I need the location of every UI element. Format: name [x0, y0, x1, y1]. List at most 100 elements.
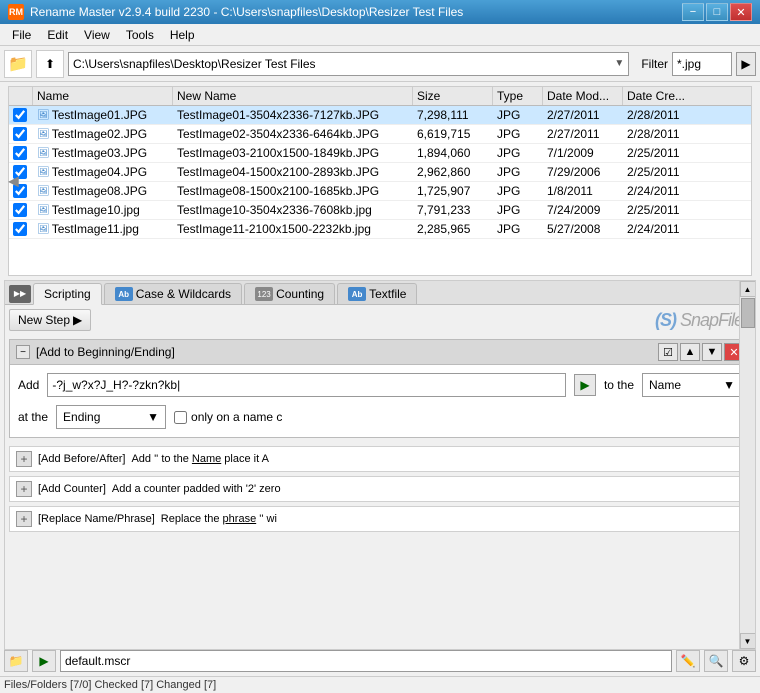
cell-name: 🖼TestImage01.JPG [33, 106, 173, 124]
step-block: − [Add to Beginning/Ending] ☑ ▲ ▼ ✕ Add … [9, 339, 751, 438]
only-checkbox[interactable] [174, 411, 187, 424]
up-icon[interactable]: ⬆ [36, 50, 64, 78]
tab-case-wildcards[interactable]: Ab Case & Wildcards [104, 283, 242, 304]
snapfiles-logo: (S) SnapFiles [655, 310, 751, 331]
menu-view[interactable]: View [76, 26, 118, 44]
bottom-rename-icon[interactable]: ✏️ [676, 650, 700, 672]
sub-item-label: [Add Counter] [38, 483, 106, 495]
title-text: Rename Master v2.9.4 build 2230 - C:\Use… [30, 5, 463, 19]
window-controls: − □ ✕ [682, 3, 752, 21]
step-checkbox-button[interactable]: ☑ [658, 343, 678, 361]
tab-textfile[interactable]: Ab Textfile [337, 283, 417, 304]
filter-input[interactable] [672, 52, 732, 76]
filter-button[interactable]: ▶ [736, 52, 756, 76]
step-add-row: Add ▶ to the Name ▼ [18, 373, 742, 397]
to-the-label: to the [604, 378, 634, 392]
list-item[interactable]: + [Add Counter] Add a counter padded wit… [9, 476, 751, 502]
plus-icon[interactable]: + [16, 481, 32, 497]
bottom-folder-icon[interactable]: 📁 [4, 650, 28, 672]
play-button[interactable]: ▶ [574, 374, 596, 396]
cell-size: 7,298,111 [413, 106, 493, 124]
col-type[interactable]: Type [493, 87, 543, 105]
ab2-icon: Ab [348, 287, 366, 301]
sub-item-label: [Add Before/After] [38, 453, 125, 465]
step-header: − [Add to Beginning/Ending] ☑ ▲ ▼ ✕ [10, 340, 750, 365]
app-icon: RM [8, 4, 24, 20]
new-step-button[interactable]: New Step ▶ [9, 309, 91, 331]
ending-combo[interactable]: Ending ▼ [56, 405, 166, 429]
table-row[interactable]: 🖼TestImage02.JPG TestImage02-3504x2336-6… [9, 125, 751, 144]
new-step-label: New Step [18, 313, 70, 327]
add-input[interactable] [47, 373, 566, 397]
maximize-button[interactable]: □ [706, 3, 728, 21]
script-input[interactable] [60, 650, 672, 672]
expand-arrow-icon[interactable]: ◀ [6, 171, 21, 192]
name-combo-arrow-icon: ▼ [723, 378, 735, 392]
col-name[interactable]: Name [33, 87, 173, 105]
col-datemod[interactable]: Date Mod... [543, 87, 623, 105]
close-button[interactable]: ✕ [730, 3, 752, 21]
num-icon: 123 [255, 287, 273, 301]
bottom-toolbar: 📁 ▶ ✏️ 🔍 ⚙ [0, 646, 760, 677]
col-datecre[interactable]: Date Cre... [623, 87, 703, 105]
table-row[interactable]: 🖼TestImage01.JPG TestImage01-3504x2336-7… [9, 106, 751, 125]
list-item[interactable]: + [Add Before/After] Add '' to the Name … [9, 446, 751, 472]
toolbar: 📁 ⬆ C:\Users\snapfiles\Desktop\Resizer T… [0, 46, 760, 82]
ab-icon: Ab [115, 287, 133, 301]
scripting-tab-icon: ▶▶ [9, 285, 31, 303]
title-bar: RM Rename Master v2.9.4 build 2230 - C:\… [0, 0, 760, 24]
menu-file[interactable]: File [4, 26, 39, 44]
menu-bar: File Edit View Tools Help [0, 24, 760, 46]
file-list-header: Name New Name Size Type Date Mod... Date… [9, 87, 751, 106]
menu-tools[interactable]: Tools [118, 26, 162, 44]
col-checkbox [9, 87, 33, 105]
plus-icon[interactable]: + [16, 451, 32, 467]
col-size[interactable]: Size [413, 87, 493, 105]
step-title: [Add to Beginning/Ending] [36, 345, 175, 359]
table-row[interactable]: 🖼TestImage03.JPG TestImage03-2100x1500-1… [9, 144, 751, 163]
bottom-extra-icon[interactable]: ⚙ [732, 650, 756, 672]
folder-icon[interactable]: 📁 [4, 50, 32, 78]
cell-datemod: 2/27/2011 [543, 106, 623, 124]
scroll-up-button[interactable]: ▲ [740, 281, 756, 297]
cell-checkbox [9, 106, 33, 124]
right-scrollbar[interactable]: ▲ ▼ [739, 281, 755, 649]
ending-combo-arrow-icon: ▼ [147, 410, 159, 424]
path-text: C:\Users\snapfiles\Desktop\Resizer Test … [73, 57, 614, 71]
col-newname[interactable]: New Name [173, 87, 413, 105]
step-down-button[interactable]: ▼ [702, 343, 722, 361]
bottom-search-icon[interactable]: 🔍 [704, 650, 728, 672]
list-item[interactable]: + [Replace Name/Phrase] Replace the phra… [9, 506, 751, 532]
scroll-track [740, 297, 756, 633]
plus-icon[interactable]: + [16, 511, 32, 527]
name-combo[interactable]: Name ▼ [642, 373, 742, 397]
sub-item-label: [Replace Name/Phrase] [38, 513, 155, 525]
table-row[interactable]: 🖼TestImage08.JPG TestImage08-1500x2100-1… [9, 182, 751, 201]
step-collapse-button[interactable]: − [16, 345, 30, 359]
bottom-section: ▶▶ Scripting Ab Case & Wildcards 123 Cou… [4, 280, 756, 650]
scroll-thumb[interactable] [741, 298, 755, 328]
combo-arrow-icon: ▼ [614, 58, 624, 69]
step-header-controls: ☑ ▲ ▼ ✕ [658, 343, 744, 361]
bottom-play-icon[interactable]: ▶ [32, 650, 56, 672]
at-the-label: at the [18, 410, 48, 424]
menu-help[interactable]: Help [162, 26, 203, 44]
tab-counting[interactable]: 123 Counting [244, 283, 335, 304]
table-row[interactable]: 🖼TestImage10.jpg TestImage10-3504x2336-7… [9, 201, 751, 220]
step-up-button[interactable]: ▲ [680, 343, 700, 361]
cell-datecre: 2/28/2011 [623, 106, 703, 124]
cell-newname: TestImage01-3504x2336-7127kb.JPG [173, 106, 413, 124]
minimize-button[interactable]: − [682, 3, 704, 21]
table-row[interactable]: 🖼TestImage04.JPG TestImage04-1500x2100-2… [9, 163, 751, 182]
path-combo[interactable]: C:\Users\snapfiles\Desktop\Resizer Test … [68, 52, 629, 76]
menu-edit[interactable]: Edit [39, 26, 76, 44]
status-bar: Files/Folders [7/0] Checked [7] Changed … [0, 677, 760, 693]
only-check-row: only on a name c [174, 410, 282, 424]
only-label: only on a name c [191, 410, 282, 424]
add-label: Add [18, 378, 39, 392]
status-text: Files/Folders [7/0] Checked [7] Changed … [4, 679, 216, 691]
file-list[interactable]: Name New Name Size Type Date Mod... Date… [8, 86, 752, 276]
tabs-bar: ▶▶ Scripting Ab Case & Wildcards 123 Cou… [5, 281, 755, 305]
table-row[interactable]: 🖼TestImage11.jpg TestImage11-2100x1500-2… [9, 220, 751, 239]
tab-scripting[interactable]: Scripting [33, 283, 102, 305]
